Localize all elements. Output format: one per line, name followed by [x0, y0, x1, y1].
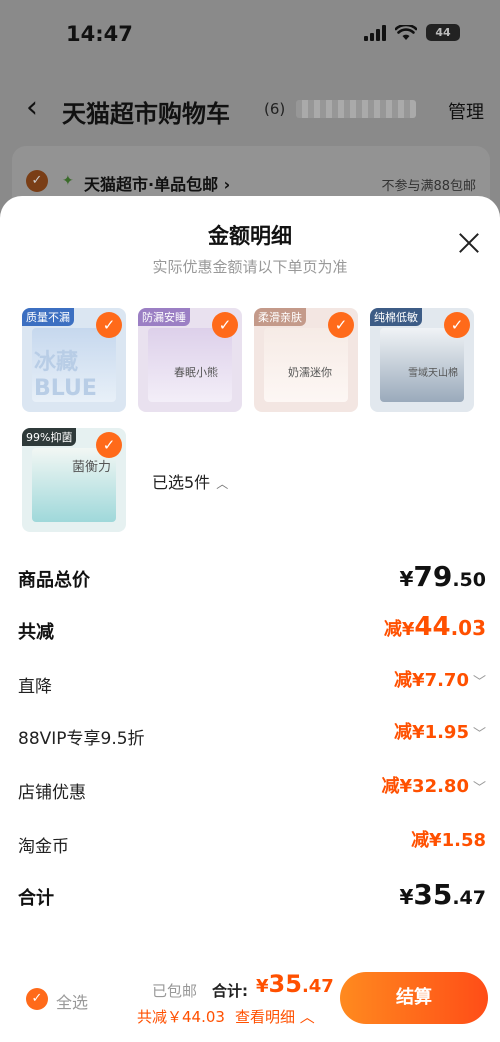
status-icons: 44: [364, 24, 460, 41]
page-title: 天猫超市购物车: [62, 100, 230, 128]
total-label: 合计:: [212, 982, 248, 1000]
product-thumb[interactable]: 春眠小熊 防漏安睡 ✓: [138, 308, 242, 412]
product-thumb[interactable]: 雪域天山棉 纯棉低敏 ✓: [370, 308, 474, 412]
store-note: 不参与满88包邮: [381, 179, 476, 194]
product-tag: 99%抑菌: [22, 428, 77, 446]
wifi-icon: [395, 24, 417, 40]
check-icon[interactable]: ✓: [212, 312, 238, 338]
subtotal-row: 商品总价 ¥79.50: [18, 560, 486, 593]
store-checkbox[interactable]: ✓: [26, 170, 48, 192]
grand-total-row: 合计 ¥35.47: [18, 878, 486, 911]
checkout-button[interactable]: 结算: [340, 972, 488, 1024]
cellular-signal-icon: [364, 24, 386, 41]
battery-icon: 44: [426, 24, 460, 41]
chevron-up-icon: ︿: [216, 477, 229, 491]
vip-discount-value: 减¥1.95: [394, 722, 469, 743]
nav-bar: ‹ 天猫超市购物车 (6) 管理: [0, 88, 500, 134]
product-thumb[interactable]: 冰藏 BLUE 质量不漏 ✓: [22, 308, 126, 412]
saving-info: 共减￥44.03 查看明细 ︿: [137, 1008, 315, 1026]
subtotal-value: ¥79.50: [399, 560, 486, 593]
postage-label: 已包邮: [152, 982, 198, 1000]
check-icon[interactable]: ✓: [444, 312, 470, 338]
back-arrow-icon[interactable]: ‹: [26, 90, 38, 125]
chevron-up-icon: ︿: [299, 1008, 315, 1026]
check-icon[interactable]: ✓: [96, 312, 122, 338]
price-detail-sheet: 金额明细 实际优惠金额请以下单页为准 冰藏 BLUE 质量不漏 ✓ 春眠小熊 防…: [0, 196, 500, 1042]
grand-total-value: ¥35.47: [399, 878, 486, 911]
total-discount-value: 减¥44.03: [383, 612, 486, 642]
direct-discount-row[interactable]: 直降 减¥7.70 ﹀: [18, 666, 486, 702]
cart-count: (6): [264, 100, 286, 118]
sheet-title: 金额明细: [208, 224, 292, 248]
chevron-down-icon: ﹀: [472, 727, 486, 742]
store-discount-value: 减¥32.80: [381, 776, 469, 797]
product-tag: 防漏安睡: [138, 308, 190, 326]
tmall-logo-icon: ✦: [62, 173, 74, 189]
product-tag: 纯棉低敏: [370, 308, 422, 326]
coins-row: 淘金币 减¥1.58: [18, 826, 486, 862]
blurred-address: [296, 100, 416, 118]
status-bar: 14:47 44: [0, 0, 500, 70]
product-thumb[interactable]: 奶濡迷你 柔滑亲肤 ✓: [254, 308, 358, 412]
status-time: 14:47: [66, 22, 133, 46]
view-details-link[interactable]: 查看明细 ︿: [235, 1008, 315, 1026]
check-icon[interactable]: ✓: [328, 312, 354, 338]
product-thumb[interactable]: 菌衡力 99%抑菌 ✓: [22, 428, 126, 532]
select-all-checkbox[interactable]: ✓: [26, 988, 48, 1010]
coins-value: 减¥1.58: [411, 830, 486, 851]
total-amount: ¥35.47: [256, 970, 334, 998]
product-tag: 质量不漏: [22, 308, 74, 326]
store-discount-row[interactable]: 店铺优惠 减¥32.80 ﹀: [18, 772, 486, 808]
selected-count[interactable]: 已选5件 ︿: [152, 469, 228, 493]
sheet-subtitle: 实际优惠金额请以下单页为准: [152, 258, 348, 276]
chevron-down-icon: ﹀: [472, 675, 486, 690]
manage-button[interactable]: 管理: [448, 98, 484, 124]
checkout-bar: ✓ 全选 已包邮 合计: ¥35.47 共减￥44.03 查看明细 ︿ 结算: [0, 966, 500, 1042]
store-name[interactable]: 天猫超市·单品包邮 ›: [84, 171, 230, 195]
vip-discount-row[interactable]: 88VIP专享9.5折 减¥1.95 ﹀: [18, 718, 486, 754]
close-icon[interactable]: [456, 230, 482, 256]
select-all-label[interactable]: 全选: [56, 989, 88, 1013]
check-icon[interactable]: ✓: [96, 432, 122, 458]
direct-discount-value: 减¥7.70: [394, 670, 469, 691]
product-tag: 柔滑亲肤: [254, 308, 306, 326]
total-discount-row: 共减 减¥44.03: [18, 612, 486, 643]
chevron-down-icon: ﹀: [472, 781, 486, 796]
